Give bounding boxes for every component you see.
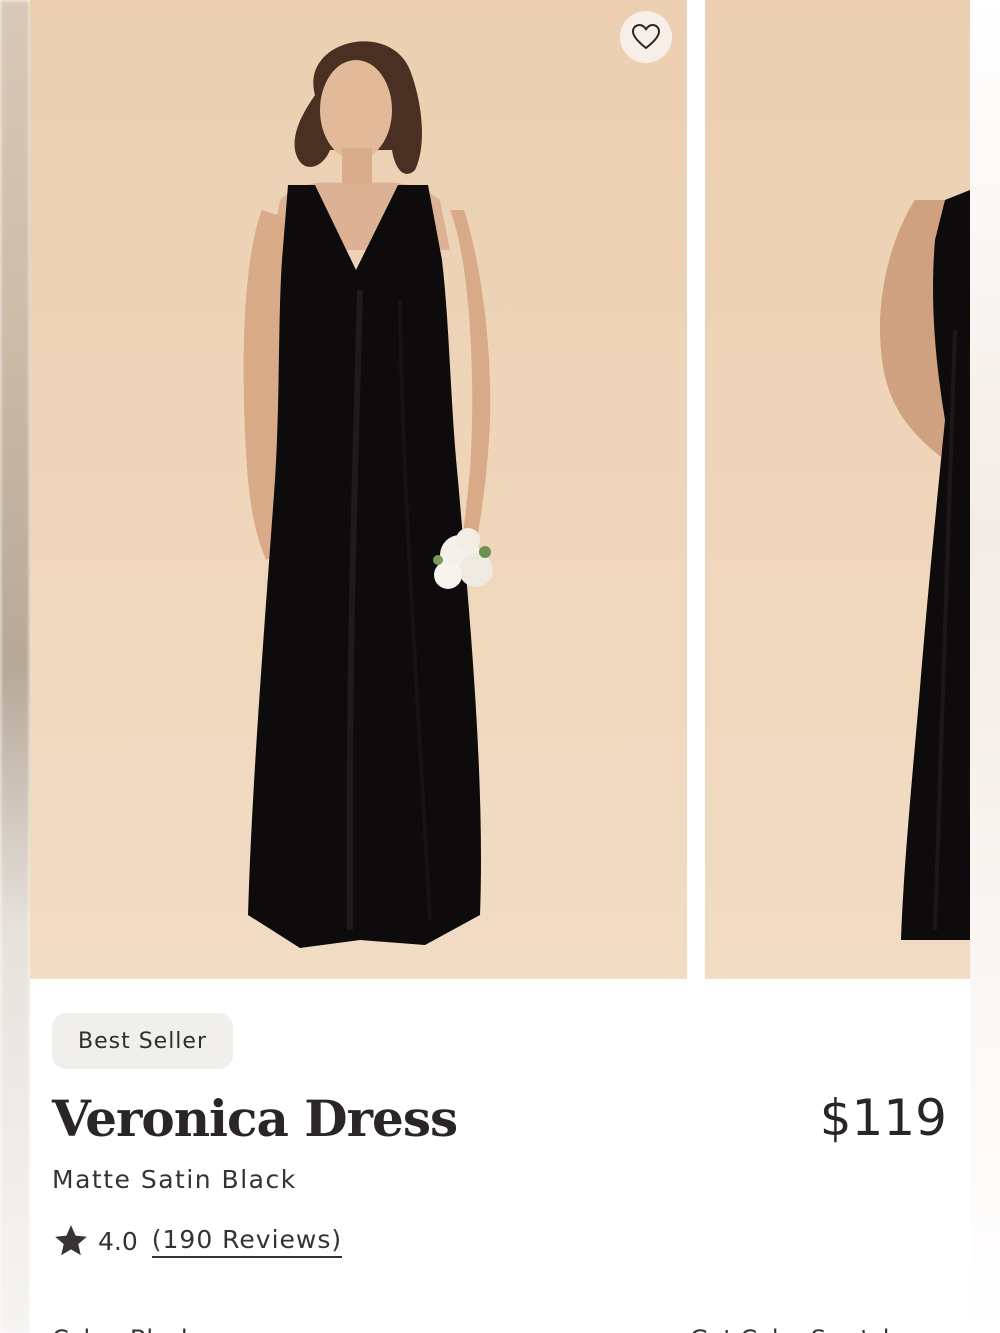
product-price: $119 bbox=[819, 1089, 947, 1147]
product-image-main[interactable] bbox=[30, 0, 687, 979]
background-blur-left bbox=[0, 0, 30, 1333]
selected-color-label: Color: Black bbox=[52, 1325, 195, 1333]
favorite-button[interactable] bbox=[620, 11, 672, 63]
reviews-link[interactable]: (190 Reviews) bbox=[151, 1225, 343, 1258]
get-color-swatch-link[interactable]: Get Color Swatch bbox=[690, 1325, 898, 1333]
product-info-panel: Best Seller Veronica Dress $119 Matte Sa… bbox=[30, 979, 970, 1333]
product-title: Veronica Dress bbox=[52, 1089, 458, 1148]
product-rating: 4.0 (190 Reviews) bbox=[52, 1221, 343, 1261]
rating-score: 4.0 bbox=[98, 1226, 138, 1256]
product-image-secondary[interactable] bbox=[705, 0, 970, 979]
product-color: Matte Satin Black bbox=[52, 1165, 297, 1194]
model-front-illustration bbox=[243, 41, 493, 948]
product-image-carousel[interactable] bbox=[30, 0, 970, 979]
model-side-illustration bbox=[879, 190, 970, 940]
background-blur-right bbox=[970, 0, 1000, 1333]
heart-icon bbox=[631, 23, 661, 50]
star-icon bbox=[55, 1225, 87, 1256]
best-seller-badge: Best Seller bbox=[52, 1013, 233, 1069]
